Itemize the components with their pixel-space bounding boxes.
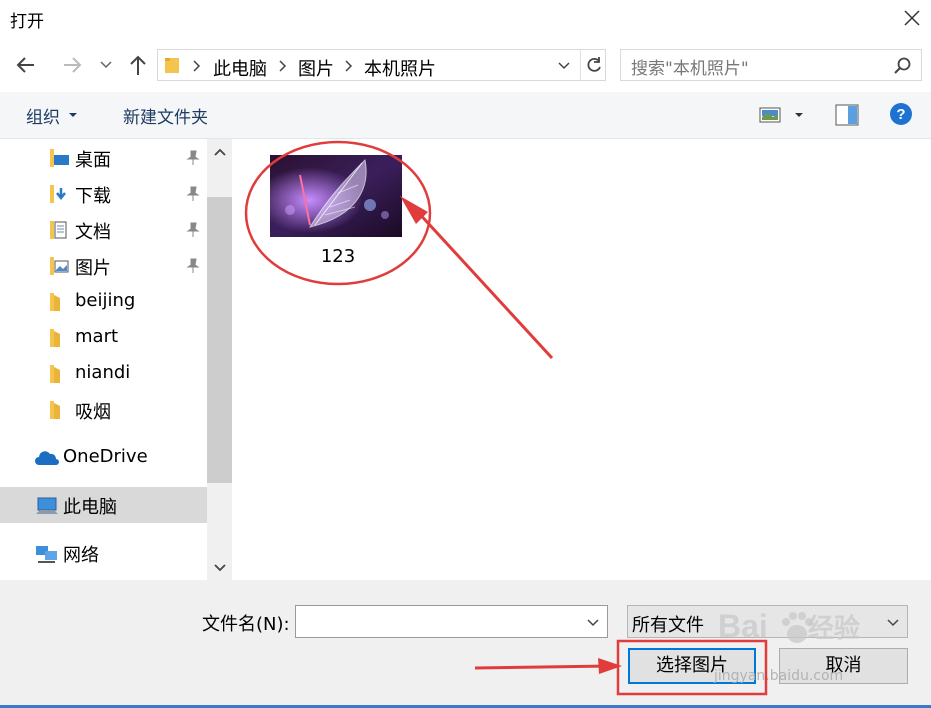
folder-icon xyxy=(50,293,60,311)
svg-text:?: ? xyxy=(896,106,905,123)
watermark-url: jingyan.baidu.com xyxy=(714,668,844,684)
sidebar-scrollbar-thumb[interactable] xyxy=(207,197,232,483)
folder-icon xyxy=(50,329,60,347)
sidebar-item-label: 网络 xyxy=(63,545,99,566)
baidu-paw-icon xyxy=(782,612,813,643)
filename-label: 文件名(N): xyxy=(202,614,290,635)
sidebar-item-label: beijing xyxy=(75,290,136,311)
sidebar-item-mart[interactable]: mart xyxy=(0,320,207,356)
sidebar-item-smoking[interactable]: 吸烟 xyxy=(0,392,207,428)
sidebar-item-label: 图片 xyxy=(75,258,111,279)
sidebar-item-beijing[interactable]: beijing xyxy=(0,284,207,320)
scroll-down-icon[interactable] xyxy=(212,562,228,574)
pin-icon[interactable] xyxy=(186,258,200,274)
sidebar-item-label: 文档 xyxy=(75,222,111,243)
filetype-dropdown-chevron-icon[interactable] xyxy=(886,617,900,627)
breadcrumb-separator-icon xyxy=(193,60,201,72)
desktop-folder-icon xyxy=(50,149,69,167)
breadcrumb-item[interactable]: 此电脑 xyxy=(213,55,267,81)
breadcrumb-item[interactable]: 本机照片 xyxy=(364,55,436,81)
close-icon[interactable] xyxy=(898,4,926,32)
navigation-pane: 桌面 下载 文档 图片 beijing mart niandi 吸烟 OneDr… xyxy=(0,139,207,580)
preview-pane-icon[interactable] xyxy=(835,104,859,126)
pin-icon[interactable] xyxy=(186,222,200,238)
organize-button[interactable]: 组织 xyxy=(26,103,60,128)
folder-icon xyxy=(165,58,179,73)
search-box[interactable]: 搜索"本机照片" xyxy=(620,49,922,81)
network-icon xyxy=(36,546,57,563)
image-thumbnail xyxy=(270,155,402,237)
search-icon[interactable] xyxy=(893,56,913,76)
onedrive-cloud-icon xyxy=(35,451,59,465)
pin-icon[interactable] xyxy=(186,150,200,166)
breadcrumb-separator-icon xyxy=(279,60,287,72)
pictures-folder-icon xyxy=(50,257,69,275)
sidebar-item-niandi[interactable]: niandi xyxy=(0,356,207,392)
back-arrow-icon[interactable] xyxy=(12,51,40,79)
sidebar-item-desktop[interactable]: 桌面 xyxy=(0,140,207,176)
sidebar-item-label: OneDrive xyxy=(63,446,148,467)
download-folder-icon xyxy=(50,185,66,203)
up-arrow-icon[interactable] xyxy=(124,51,152,79)
documents-folder-icon xyxy=(50,221,67,239)
window-title: 打开 xyxy=(10,12,44,32)
sidebar-item-documents[interactable]: 文档 xyxy=(0,212,207,248)
organize-dropdown-icon xyxy=(69,113,77,117)
pin-icon[interactable] xyxy=(186,186,200,202)
computer-icon xyxy=(36,497,58,514)
sidebar-item-label: 桌面 xyxy=(75,150,111,171)
new-folder-button[interactable]: 新建文件夹 xyxy=(123,103,208,128)
command-toolbar: 组织 新建文件夹 ? xyxy=(0,92,931,139)
scroll-up-icon[interactable] xyxy=(212,146,228,158)
sidebar-item-label: 吸烟 xyxy=(75,402,111,423)
folder-icon xyxy=(50,365,60,383)
forward-arrow-icon[interactable] xyxy=(58,51,86,79)
sidebar-item-label: mart xyxy=(75,326,119,347)
breadcrumb-item[interactable]: 图片 xyxy=(298,55,334,81)
sidebar-item-label: 下载 xyxy=(75,186,111,207)
title-bar: 打开 xyxy=(0,0,931,38)
breadcrumb-separator-icon xyxy=(345,60,353,72)
watermark-brand-text: Bai xyxy=(718,608,768,644)
recent-locations-chevron-icon[interactable] xyxy=(98,58,114,72)
refresh-icon[interactable] xyxy=(584,55,604,75)
sidebar-item-label: niandi xyxy=(75,362,131,383)
sidebar-item-this-pc[interactable]: 此电脑 xyxy=(0,487,207,523)
help-icon[interactable]: ? xyxy=(889,102,913,126)
sidebar-item-network[interactable]: 网络 xyxy=(0,535,207,571)
address-bar[interactable]: 此电脑 图片 本机照片 xyxy=(157,49,606,81)
filename-dropdown-chevron-icon[interactable] xyxy=(586,617,600,627)
sidebar-item-pictures[interactable]: 图片 xyxy=(0,248,207,284)
sidebar-item-onedrive[interactable]: OneDrive xyxy=(0,440,207,476)
file-name[interactable]: 123 xyxy=(270,246,406,267)
view-options-icon[interactable] xyxy=(759,105,783,125)
view-dropdown-icon[interactable] xyxy=(794,112,804,118)
filename-input[interactable] xyxy=(295,605,608,638)
folder-icon xyxy=(50,401,60,419)
file-thumbnail[interactable] xyxy=(270,155,402,237)
address-dropdown-chevron-icon[interactable] xyxy=(556,59,572,73)
filetype-value: 所有文件 xyxy=(632,615,704,636)
sidebar-item-downloads[interactable]: 下载 xyxy=(0,176,207,212)
sidebar-item-label: 此电脑 xyxy=(63,497,117,518)
search-input[interactable]: 搜索"本机照片" xyxy=(631,54,749,79)
